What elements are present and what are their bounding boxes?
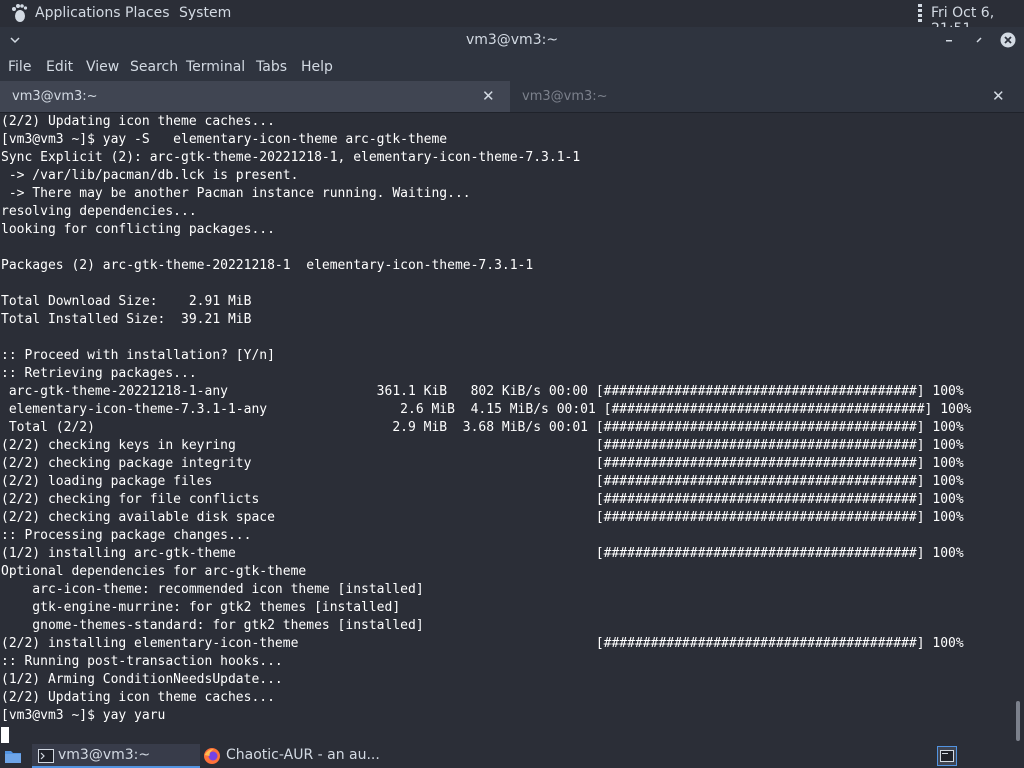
tab-close-icon[interactable]: ✕ [992, 87, 1005, 105]
terminal-line: Packages (2) arc-gtk-theme-20221218-1 el… [1, 258, 534, 273]
menu-view[interactable]: View [86, 59, 119, 75]
terminal-line: (2/2) checking keys in keyring [########… [1, 438, 964, 453]
terminal-line: gtk-engine-murrine: for gtk2 themes [ins… [1, 600, 401, 615]
terminal-line: (1/2) installing arc-gtk-theme [########… [1, 546, 964, 561]
menu-file[interactable]: File [8, 59, 31, 75]
minimize-icon[interactable] [939, 30, 959, 50]
menu-terminal[interactable]: Terminal [186, 59, 245, 75]
taskbar-item-terminal[interactable]: vm3@vm3:~ [32, 744, 200, 768]
terminal-line: :: Processing package changes... [1, 528, 252, 543]
terminal-line: gnome-themes-standard: for gtk2 themes [… [1, 618, 424, 633]
terminal-line: looking for conflicting packages... [1, 222, 275, 237]
terminal-line: -> /var/lib/pacman/db.lck is present. [1, 168, 299, 183]
terminal-line: (2/2) checking available disk space [###… [1, 510, 964, 525]
workspace-terminal-icon [940, 750, 954, 762]
scrollbar-thumb[interactable] [1016, 701, 1020, 741]
maximize-icon[interactable] [969, 30, 989, 50]
places-menu[interactable]: Places [125, 5, 170, 21]
menu-search[interactable]: Search [130, 59, 178, 75]
terminal-line: [vm3@vm3 ~]$ yay yaru [1, 708, 166, 723]
firefox-icon [204, 748, 220, 764]
window-title: vm3@vm3:~ [465, 32, 559, 48]
terminal-line: :: Running post-transaction hooks... [1, 654, 283, 669]
workspace-switcher-icon[interactable] [937, 746, 957, 766]
menu-tabs[interactable]: Tabs [256, 59, 287, 75]
terminal-line: (1/2) Arming ConditionNeedsUpdate... [1, 672, 283, 687]
terminal-line: (2/2) checking for file conflicts [#####… [1, 492, 964, 507]
tab-label: vm3@vm3:~ [522, 89, 608, 104]
terminal-line: (2/2) loading package files [###########… [1, 474, 964, 489]
taskbar-item-label: Chaotic-AUR - an au... [226, 747, 380, 763]
menu-edit[interactable]: Edit [46, 59, 73, 75]
terminal-scrollbar[interactable] [1014, 113, 1022, 744]
bottom-panel: vm3@vm3:~ Chaotic-AUR - an au... [0, 744, 1024, 768]
terminal-line: Total Installed Size: 39.21 MiB [1, 312, 252, 327]
terminal-line: (2/2) Updating icon theme caches... [1, 690, 275, 705]
terminal-line: [vm3@vm3 ~]$ yay -S elementary-icon-them… [1, 132, 448, 147]
show-desktop-icon[interactable] [3, 746, 23, 766]
close-icon[interactable] [998, 30, 1018, 50]
terminal-line: (2/2) checking package integrity [######… [1, 456, 964, 471]
system-menu[interactable]: System [179, 5, 231, 21]
terminal-line: arc-gtk-theme-20221218-1-any 361.1 KiB 8… [1, 384, 964, 399]
tab-terminal-1[interactable]: vm3@vm3:~ ✕ [0, 81, 510, 112]
tab-label: vm3@vm3:~ [12, 89, 98, 104]
terminal-line: arc-icon-theme: recommended icon theme [… [1, 582, 424, 597]
terminal-output[interactable]: (2/2) Updating icon theme caches... [vm3… [0, 113, 1010, 744]
terminal-line: -> There may be another Pacman instance … [1, 186, 471, 201]
tab-close-icon[interactable]: ✕ [482, 87, 495, 105]
menu-help[interactable]: Help [301, 59, 333, 75]
terminal-line: Total Download Size: 2.91 MiB [1, 294, 252, 309]
terminal-line: :: Retrieving packages... [1, 366, 197, 381]
terminal-line: (2/2) Updating icon theme caches... [1, 114, 275, 129]
taskbar-item-firefox[interactable]: Chaotic-AUR - an au... [200, 744, 400, 768]
terminal-line: Optional dependencies for arc-gtk-theme [1, 564, 307, 579]
applications-menu[interactable]: Applications [35, 5, 121, 21]
terminal-line: resolving dependencies... [1, 204, 197, 219]
taskbar-item-label: vm3@vm3:~ [58, 747, 151, 763]
terminal-line: elementary-icon-theme-7.3.1-1-any 2.6 Mi… [1, 402, 972, 417]
terminal-icon [38, 749, 54, 763]
terminal-cursor [1, 727, 9, 743]
terminal-line: Total (2/2) 2.9 MiB 3.68 MiB/s 00:01 [##… [1, 420, 964, 435]
terminal-line: Sync Explicit (2): arc-gtk-theme-2022121… [1, 150, 581, 165]
panel-handle-icon [918, 4, 922, 22]
top-panel: Applications Places System Fri Oct 6, 21… [0, 0, 1024, 37]
menu-bar: File Edit View Search Terminal Tabs Help [0, 54, 1024, 81]
tab-terminal-2[interactable]: vm3@vm3:~ ✕ [510, 81, 1024, 112]
terminal-line: :: Proceed with installation? [Y/n] [1, 348, 275, 363]
window-title-bar[interactable]: vm3@vm3:~ [0, 27, 1024, 54]
tab-bar: vm3@vm3:~ ✕ vm3@vm3:~ ✕ [0, 81, 1024, 113]
terminal-line: (2/2) installing elementary-icon-theme [… [1, 636, 964, 651]
gnome-foot-icon[interactable] [9, 3, 29, 23]
